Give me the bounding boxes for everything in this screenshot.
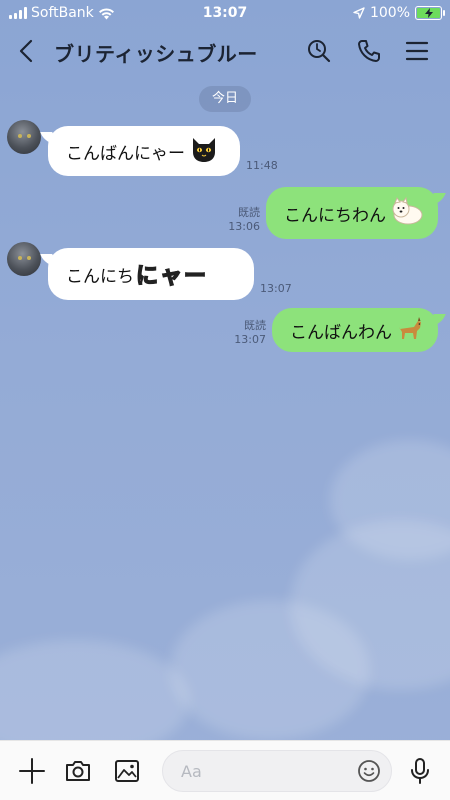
read-status: 既読 13:06 bbox=[220, 206, 260, 234]
black-cat-emoji bbox=[189, 134, 219, 169]
location-icon bbox=[353, 7, 365, 19]
battery-percent: 100% bbox=[369, 5, 410, 21]
avatar[interactable] bbox=[7, 120, 41, 154]
sticker-char: ー bbox=[183, 263, 207, 290]
nya-text-sticker: に ャ ー bbox=[135, 258, 207, 290]
message-bubble-incoming[interactable]: こんにち に ャ ー bbox=[48, 248, 254, 300]
status-bar: SoftBank 13:07 100% bbox=[0, 0, 450, 28]
phone-icon[interactable] bbox=[356, 38, 382, 64]
right-status: 100% bbox=[353, 5, 445, 21]
message-text: こんにち bbox=[66, 266, 134, 287]
camera-icon[interactable] bbox=[64, 757, 92, 785]
chat-title: ブリティッシュブルー bbox=[54, 42, 258, 66]
emoji-icon[interactable] bbox=[357, 759, 381, 783]
message-text: こんばんにゃー bbox=[66, 143, 185, 164]
brown-dog-emoji bbox=[396, 315, 424, 346]
read-status: 既読 13:07 bbox=[226, 319, 266, 347]
message-text: こんにちわん bbox=[284, 205, 386, 226]
white-dog-emoji bbox=[390, 196, 424, 231]
background-cloud bbox=[170, 600, 370, 740]
read-label: 既読 bbox=[238, 206, 260, 219]
message-input-bar: Aa bbox=[0, 740, 450, 800]
sticker-char: に bbox=[135, 263, 159, 290]
chat-header: ブリティッシュブルー bbox=[0, 28, 450, 74]
message-time: 11:48 bbox=[246, 159, 278, 172]
image-icon[interactable] bbox=[113, 757, 141, 785]
battery-icon bbox=[415, 6, 445, 20]
sticker-char: ャ bbox=[159, 263, 183, 290]
read-label: 既読 bbox=[244, 319, 266, 332]
message-bubble-outgoing[interactable]: こんにちわん bbox=[266, 187, 438, 239]
charging-bolt-icon bbox=[424, 8, 433, 18]
search-icon[interactable] bbox=[306, 38, 332, 64]
message-input[interactable]: Aa bbox=[162, 750, 392, 792]
microphone-icon[interactable] bbox=[406, 757, 434, 785]
message-input-placeholder: Aa bbox=[181, 762, 202, 781]
date-separator: 今日 bbox=[199, 86, 251, 112]
chat-screen: SoftBank 13:07 100% ブリティッシュブルー 今日 こんばんにゃ… bbox=[0, 0, 450, 800]
message-time: 13:06 bbox=[228, 220, 260, 233]
plus-icon[interactable] bbox=[18, 757, 46, 785]
message-time: 13:07 bbox=[260, 282, 292, 295]
message-time: 13:07 bbox=[234, 333, 266, 346]
message-text: こんばんわん bbox=[290, 322, 392, 343]
avatar[interactable] bbox=[7, 242, 41, 276]
menu-icon[interactable] bbox=[404, 38, 430, 64]
message-bubble-incoming[interactable]: こんばんにゃー bbox=[48, 126, 240, 176]
back-arrow-icon[interactable] bbox=[14, 38, 40, 64]
message-bubble-outgoing[interactable]: こんばんわん bbox=[272, 308, 438, 352]
